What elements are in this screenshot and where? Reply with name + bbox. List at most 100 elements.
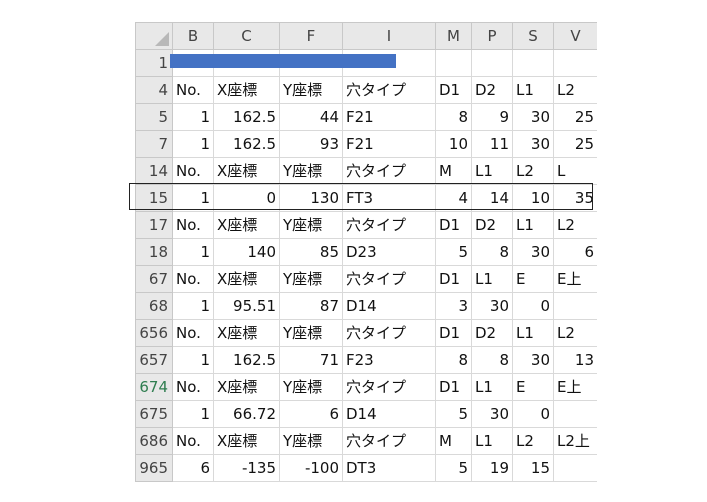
cell[interactable]: 30 xyxy=(471,400,513,428)
column-header-b[interactable]: B xyxy=(172,22,214,50)
cell[interactable]: 19 xyxy=(471,454,513,482)
cell[interactable]: 30 xyxy=(512,238,554,266)
cell[interactable]: 6 xyxy=(172,454,214,482)
cell[interactable]: L2上 xyxy=(553,427,597,455)
cell[interactable]: 93 xyxy=(279,130,343,158)
cell[interactable]: 25 xyxy=(553,103,597,131)
cell[interactable]: D1 xyxy=(435,265,472,293)
cell[interactable]: 1 xyxy=(172,238,214,266)
cell[interactable]: L2 xyxy=(553,211,597,239)
cell[interactable]: 穴タイプ xyxy=(342,427,436,455)
cell[interactable]: 5 xyxy=(435,238,472,266)
cell[interactable]: X座標 xyxy=(213,319,280,347)
cell[interactable]: 44 xyxy=(279,103,343,131)
row-header[interactable]: 675 xyxy=(135,400,173,428)
cell[interactable]: 5 xyxy=(435,454,472,482)
cell[interactable]: 穴タイプ xyxy=(342,76,436,104)
cell[interactable]: M xyxy=(435,157,472,185)
cell[interactable]: Y座標 xyxy=(279,427,343,455)
row-header[interactable]: 965 xyxy=(135,454,173,482)
cell[interactable]: No. xyxy=(172,265,214,293)
cell[interactable]: No. xyxy=(172,427,214,455)
cell[interactable]: M xyxy=(435,427,472,455)
column-header-s[interactable]: S xyxy=(512,22,554,50)
row-header[interactable]: 18 xyxy=(135,238,173,266)
cell[interactable]: 95.51 xyxy=(213,292,280,320)
select-all-button[interactable] xyxy=(135,22,173,50)
cell[interactable]: 6 xyxy=(279,400,343,428)
row-header[interactable]: 656 xyxy=(135,319,173,347)
cell[interactable]: 14 xyxy=(471,184,513,212)
cell[interactable]: No. xyxy=(172,157,214,185)
row-header[interactable]: 14 xyxy=(135,157,173,185)
cell[interactable]: X座標 xyxy=(213,76,280,104)
cell[interactable]: 15 xyxy=(512,454,554,482)
cell[interactable] xyxy=(512,49,554,77)
cell[interactable]: X座標 xyxy=(213,427,280,455)
cell[interactable]: 25 xyxy=(553,130,597,158)
row-header[interactable]: 674 xyxy=(135,373,173,401)
cell[interactable]: 1 xyxy=(172,103,214,131)
cell[interactable]: 10 xyxy=(435,130,472,158)
cell[interactable]: 6 xyxy=(553,238,597,266)
cell[interactable]: 30 xyxy=(512,103,554,131)
cell[interactable]: D14 xyxy=(342,400,436,428)
cell[interactable]: 穴タイプ xyxy=(342,157,436,185)
cell[interactable]: 穴タイプ xyxy=(342,211,436,239)
cell[interactable]: No. xyxy=(172,211,214,239)
cell[interactable]: 162.5 xyxy=(213,130,280,158)
cell[interactable]: 穴タイプ xyxy=(342,265,436,293)
cell[interactable]: FT3 xyxy=(342,184,436,212)
cell[interactable]: 0 xyxy=(512,400,554,428)
cell[interactable]: D1 xyxy=(435,76,472,104)
cell[interactable]: L1 xyxy=(471,157,513,185)
column-header-i[interactable]: I xyxy=(342,22,436,50)
cell[interactable]: 1 xyxy=(172,130,214,158)
cell[interactable]: 71 xyxy=(279,346,343,374)
cell[interactable]: 85 xyxy=(279,238,343,266)
cell[interactable]: 9 xyxy=(471,103,513,131)
cell[interactable]: 30 xyxy=(512,346,554,374)
cell[interactable]: No. xyxy=(172,76,214,104)
cell[interactable]: D14 xyxy=(342,292,436,320)
cell[interactable]: Y座標 xyxy=(279,211,343,239)
cell[interactable]: 0 xyxy=(213,184,280,212)
cell[interactable]: 1 xyxy=(172,400,214,428)
cell[interactable]: Y座標 xyxy=(279,265,343,293)
cell[interactable]: E上 xyxy=(553,265,597,293)
row-header[interactable]: 4 xyxy=(135,76,173,104)
cell[interactable]: D2 xyxy=(471,76,513,104)
cell[interactable]: D1 xyxy=(435,373,472,401)
cell[interactable]: 1 xyxy=(172,346,214,374)
row-header[interactable]: 1 xyxy=(135,49,173,77)
cell[interactable]: 穴タイプ xyxy=(342,319,436,347)
cell[interactable]: -135 xyxy=(213,454,280,482)
cell[interactable]: 1 xyxy=(172,292,214,320)
cell[interactable]: F23 xyxy=(342,346,436,374)
row-header[interactable]: 67 xyxy=(135,265,173,293)
cell[interactable]: 8 xyxy=(471,238,513,266)
cell[interactable]: 10 xyxy=(512,184,554,212)
cell[interactable]: D1 xyxy=(435,319,472,347)
cell[interactable]: L1 xyxy=(471,373,513,401)
cell[interactable]: Y座標 xyxy=(279,76,343,104)
cell[interactable]: D2 xyxy=(471,319,513,347)
row-header[interactable]: 657 xyxy=(135,346,173,374)
cell[interactable]: Y座標 xyxy=(279,319,343,347)
cell[interactable]: X座標 xyxy=(213,211,280,239)
cell[interactable]: 1 xyxy=(172,184,214,212)
row-header[interactable]: 68 xyxy=(135,292,173,320)
row-header[interactable]: 17 xyxy=(135,211,173,239)
cell[interactable]: Y座標 xyxy=(279,373,343,401)
cell[interactable] xyxy=(553,454,597,482)
cell[interactable]: 13 xyxy=(553,346,597,374)
cell[interactable]: L2 xyxy=(553,319,597,347)
cell[interactable]: 8 xyxy=(435,346,472,374)
cell[interactable]: No. xyxy=(172,319,214,347)
row-header[interactable]: 5 xyxy=(135,103,173,131)
cell[interactable]: L1 xyxy=(471,265,513,293)
column-header-f[interactable]: F xyxy=(279,22,343,50)
cell[interactable]: DT3 xyxy=(342,454,436,482)
cell[interactable]: E上 xyxy=(553,373,597,401)
cell[interactable]: F21 xyxy=(342,130,436,158)
